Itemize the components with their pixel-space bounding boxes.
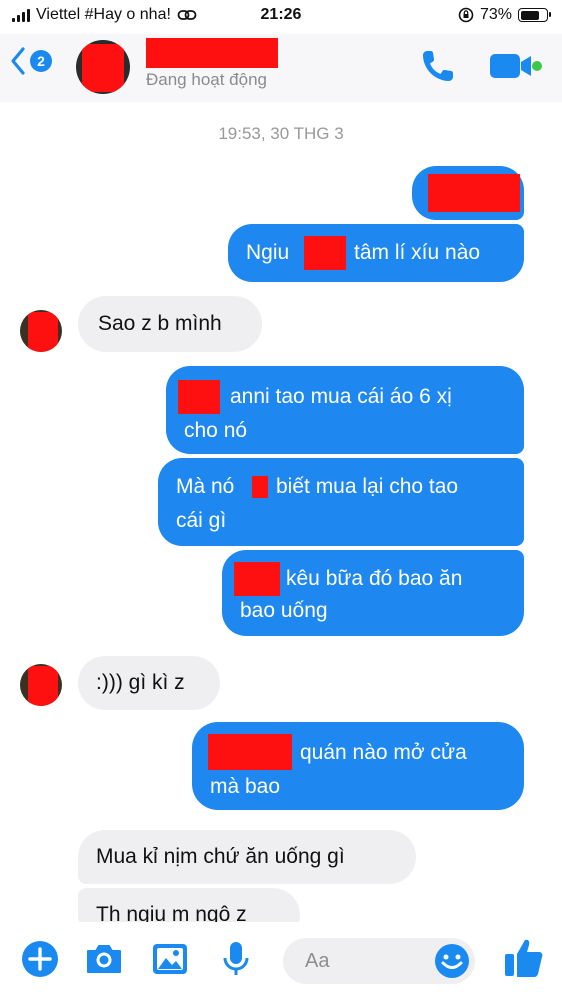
message-input-placeholder: Aa <box>305 950 330 972</box>
redaction-mark <box>146 38 278 68</box>
status-bar-right: 73% <box>458 6 551 24</box>
image-icon[interactable] <box>150 939 190 979</box>
redaction-mark <box>28 312 58 352</box>
back-chevron-icon <box>11 47 25 75</box>
active-status: Đang hoạt động <box>146 70 267 89</box>
camera-icon[interactable] <box>84 939 124 979</box>
outgoing-message[interactable]: kêu bữa đó bao ăn bao uống <box>222 550 524 636</box>
back-button[interactable]: 2 <box>10 46 52 76</box>
message-text: Mà nó <box>176 475 235 498</box>
plus-icon[interactable] <box>20 939 60 979</box>
thumbs-up-icon[interactable] <box>502 936 546 980</box>
battery-percent: 73% <box>479 6 512 23</box>
outgoing-message[interactable]: anni tao mua cái áo 6 xị cho nó <box>166 366 524 454</box>
video-camera-icon[interactable] <box>488 48 542 84</box>
incoming-message[interactable]: Sao z b mình <box>78 296 262 352</box>
contact-name-redacted[interactable] <box>146 38 278 68</box>
outgoing-message[interactable]: quán nào mở cửa mà bao <box>192 722 524 810</box>
redaction-mark <box>252 476 268 498</box>
battery-icon <box>518 8 551 22</box>
message-composer: Aa <box>0 922 562 1000</box>
redaction-mark <box>234 562 280 596</box>
message-text: :))) gì kì z <box>96 671 185 694</box>
message-text: anni tao mua cái áo 6 xị <box>230 385 452 408</box>
conversation-header: 2 Đang hoạt động <box>0 34 562 102</box>
contact-avatar-small[interactable] <box>20 310 62 352</box>
message-text: kêu bữa đó bao ăn <box>286 567 463 590</box>
message-text: cho nó <box>184 419 248 442</box>
contact-avatar-small[interactable] <box>20 664 62 706</box>
incoming-message[interactable]: Mua kỉ nịm chứ ăn uống gì <box>78 830 416 884</box>
message-text: quán nào mở cửa <box>300 741 467 764</box>
message-input[interactable]: Aa <box>283 938 475 984</box>
message-text: Sao z b mình <box>98 312 222 335</box>
redaction-mark <box>82 44 124 92</box>
unread-count-badge: 2 <box>30 50 52 72</box>
incoming-message[interactable]: :))) gì kì z <box>78 656 220 710</box>
outgoing-message[interactable]: Mà nó biết mua lại cho tao cái gì <box>158 458 524 546</box>
orientation-lock-icon <box>458 7 474 23</box>
redaction-mark <box>28 666 58 706</box>
message-text: cái gì <box>176 509 227 532</box>
contact-avatar[interactable] <box>76 40 130 94</box>
message-text: bao uống <box>240 599 328 622</box>
message-text: biết mua lại cho tao <box>276 475 459 498</box>
status-bar: Viettel #Hay o nha! 21:26 73% <box>0 0 562 34</box>
redaction-mark <box>178 380 220 414</box>
chat-timestamp: 19:53, 30 THG 3 <box>218 124 344 143</box>
redaction-mark <box>428 174 520 212</box>
message-text: Mua kỉ nịm chứ ăn uống gì <box>96 845 345 868</box>
redaction-mark <box>304 236 346 270</box>
message-text: mà bao <box>210 775 281 798</box>
microphone-icon[interactable] <box>216 939 256 979</box>
outgoing-message[interactable]: Ngiu tâm lí xíu nào <box>228 224 524 282</box>
phone-icon[interactable] <box>418 46 458 86</box>
message-text: Ngiu <box>246 241 290 264</box>
outgoing-message[interactable] <box>412 166 524 220</box>
online-dot <box>532 61 542 71</box>
emoji-icon[interactable] <box>433 942 471 980</box>
message-text: tâm lí xíu nào <box>354 241 481 264</box>
redaction-mark <box>208 734 292 770</box>
